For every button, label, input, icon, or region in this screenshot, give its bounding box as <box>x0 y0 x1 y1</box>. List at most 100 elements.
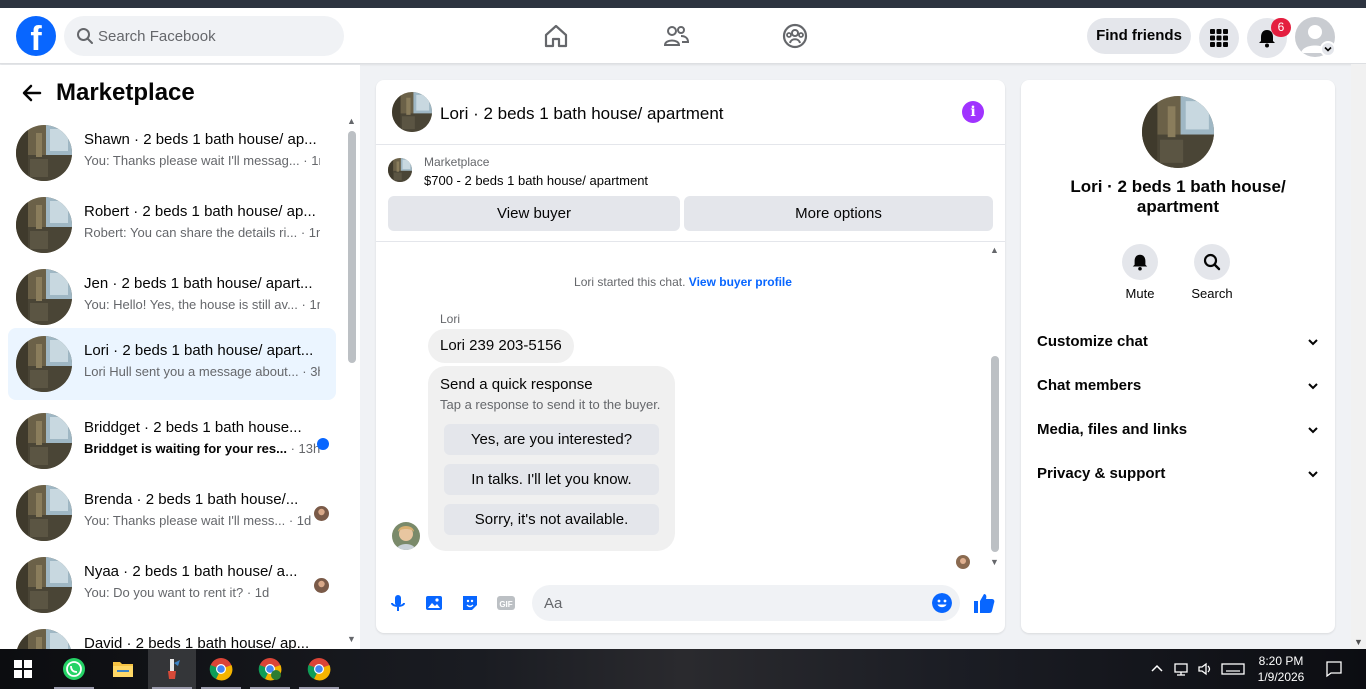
home-icon[interactable] <box>542 22 570 50</box>
conversation-item[interactable]: Jen · 2 beds 1 bath house/ apart... You: … <box>8 264 336 330</box>
notifications-center-icon[interactable] <box>1325 660 1343 678</box>
volume-icon[interactable] <box>1197 661 1213 677</box>
info-icon[interactable]: i <box>962 101 984 123</box>
taskbar-file-explorer[interactable] <box>99 649 147 689</box>
quick-response-in-talks[interactable]: In talks. I'll let you know. <box>444 464 659 495</box>
find-friends-button[interactable]: Find friends <box>1087 18 1191 54</box>
chevron-down-icon <box>1308 339 1318 346</box>
listing-thumbnail <box>16 125 72 181</box>
whatsapp-icon <box>63 658 85 680</box>
listing-title[interactable]: $700 - 2 beds 1 bath house/ apartment <box>424 173 648 188</box>
scroll-down-arrow[interactable]: ▼ <box>347 634 356 644</box>
section-label: Privacy & support <box>1037 465 1166 482</box>
sender-avatar[interactable] <box>392 522 420 550</box>
more-options-button[interactable]: More options <box>684 196 993 231</box>
sidebar-scrollbar[interactable] <box>348 131 356 363</box>
quick-response-yes[interactable]: Yes, are you interested? <box>444 424 659 455</box>
facebook-logo[interactable]: f <box>16 16 56 56</box>
windows-taskbar: 8:20 PM 1/9/2026 <box>0 649 1366 689</box>
window-top-strip <box>0 0 1366 8</box>
message-input-box[interactable] <box>532 585 960 621</box>
conversation-title: David · 2 beds 1 bath house/ ap... <box>84 635 310 649</box>
customize-chat-section[interactable]: Customize chat <box>1029 320 1327 364</box>
taskbar-chrome-1[interactable] <box>197 649 245 689</box>
conversation-preview: You: Hello! Yes, the house is still av..… <box>84 297 320 312</box>
message-composer: GIF <box>376 585 1005 621</box>
conversation-preview: You: Do you want to rent it? · 1d <box>84 585 270 600</box>
gif-icon[interactable]: GIF <box>496 593 516 613</box>
quick-response-not-available[interactable]: Sorry, it's not available. <box>444 504 659 535</box>
account-chevron[interactable] <box>1320 41 1336 57</box>
taskbar-whatsapp[interactable] <box>50 649 98 689</box>
groups-icon[interactable] <box>781 22 809 50</box>
notification-badge: 6 <box>1271 18 1291 37</box>
read-receipt-avatar <box>956 555 970 569</box>
emoji-icon[interactable] <box>932 593 952 613</box>
marketplace-listing-card: Marketplace $700 - 2 beds 1 bath house/ … <box>376 146 1005 242</box>
chat-scroll-down-arrow[interactable]: ▼ <box>990 557 999 567</box>
conversation-title: Nyaa · 2 beds 1 bath house/ a... <box>84 563 298 580</box>
page-scrollbar[interactable]: ▼ <box>1351 64 1366 649</box>
taskbar-chrome-2[interactable] <box>246 649 294 689</box>
listing-thumbnail <box>16 485 72 541</box>
view-buyer-button[interactable]: View buyer <box>388 196 680 231</box>
media-files-links-section[interactable]: Media, files and links <box>1029 408 1327 452</box>
chevron-down-icon <box>1308 427 1318 434</box>
conversation-title: Robert · 2 beds 1 bath house/ ap... <box>84 203 316 220</box>
clock[interactable]: 8:20 PM 1/9/2026 <box>1255 653 1307 685</box>
conversation-item[interactable]: Brenda · 2 beds 1 bath house/... You: Tha… <box>8 480 336 546</box>
keyboard-icon[interactable] <box>1221 661 1245 677</box>
conversation-item[interactable]: David · 2 beds 1 bath house/ ap... <box>8 624 336 649</box>
search-box[interactable] <box>64 16 344 56</box>
chat-scrollbar[interactable] <box>991 356 999 552</box>
chat-title[interactable]: Lori · 2 beds 1 bath house/ apartment <box>440 104 724 124</box>
mute-action[interactable]: Mute <box>1110 244 1170 301</box>
scroll-up-arrow[interactable]: ▲ <box>347 116 356 126</box>
conversation-item[interactable]: Shawn · 2 beds 1 bath house/ ap... You: T… <box>8 120 336 186</box>
listing-small-thumbnail <box>388 158 412 182</box>
chat-members-section[interactable]: Chat members <box>1029 364 1327 408</box>
photo-icon[interactable] <box>424 593 444 613</box>
message-input[interactable] <box>544 585 914 621</box>
unread-indicator <box>317 438 329 450</box>
chevron-down-icon <box>1308 383 1318 390</box>
chevron-up-icon[interactable] <box>1149 661 1165 677</box>
search-input[interactable] <box>98 16 328 56</box>
conversation-item[interactable]: Lori · 2 beds 1 bath house/ apart... Lori… <box>8 328 336 400</box>
listing-large-thumbnail[interactable] <box>1142 96 1214 168</box>
message-bubble[interactable]: Lori 239 203-5156 <box>428 329 574 363</box>
conversation-item[interactable]: Nyaa · 2 beds 1 bath house/ a... You: Do … <box>8 552 336 618</box>
privacy-support-section[interactable]: Privacy & support <box>1029 452 1327 496</box>
search-icon <box>1203 253 1221 271</box>
sticker-icon[interactable] <box>460 593 480 613</box>
view-buyer-profile-link[interactable]: View buyer profile <box>689 275 792 289</box>
taskbar-paint-app[interactable] <box>148 649 196 689</box>
conversation-preview: You: Thanks please wait I'll messag... ·… <box>84 153 320 168</box>
chat-scroll-up-arrow[interactable]: ▲ <box>990 245 999 255</box>
section-label: Chat members <box>1037 377 1142 394</box>
windows-logo-icon <box>14 660 32 678</box>
seen-avatar <box>314 506 329 521</box>
chevron-down-icon <box>1308 471 1318 478</box>
search-action[interactable]: Search <box>1182 244 1242 301</box>
marketplace-sidebar: Marketplace Shawn · 2 beds 1 bath house/… <box>0 65 360 649</box>
microphone-icon[interactable] <box>388 593 408 613</box>
section-label: Media, files and links <box>1037 421 1188 438</box>
quick-response-card: Send a quick response Tap a response to … <box>428 366 675 551</box>
paint-app-icon <box>168 659 180 679</box>
back-arrow-icon[interactable] <box>20 81 44 105</box>
mute-label: Mute <box>1125 286 1155 301</box>
chrome-icon <box>209 658 233 681</box>
conversation-item[interactable]: Briddget · 2 beds 1 bath house... Briddge… <box>8 408 336 474</box>
listing-thumbnail[interactable] <box>392 92 432 132</box>
page-scroll-down-arrow[interactable]: ▼ <box>1354 637 1363 647</box>
chat-header: Lori · 2 beds 1 bath house/ apartment i <box>376 80 1005 145</box>
friends-icon[interactable] <box>662 22 690 50</box>
menu-button[interactable] <box>1199 18 1239 58</box>
conversation-item[interactable]: Robert · 2 beds 1 bath house/ ap... Rober… <box>8 192 336 258</box>
thumbs-up-icon[interactable] <box>972 591 996 615</box>
taskbar-chrome-3[interactable] <box>295 649 343 689</box>
network-icon[interactable] <box>1173 661 1189 677</box>
start-button[interactable] <box>0 649 48 689</box>
sidebar-title: Marketplace <box>56 79 195 106</box>
